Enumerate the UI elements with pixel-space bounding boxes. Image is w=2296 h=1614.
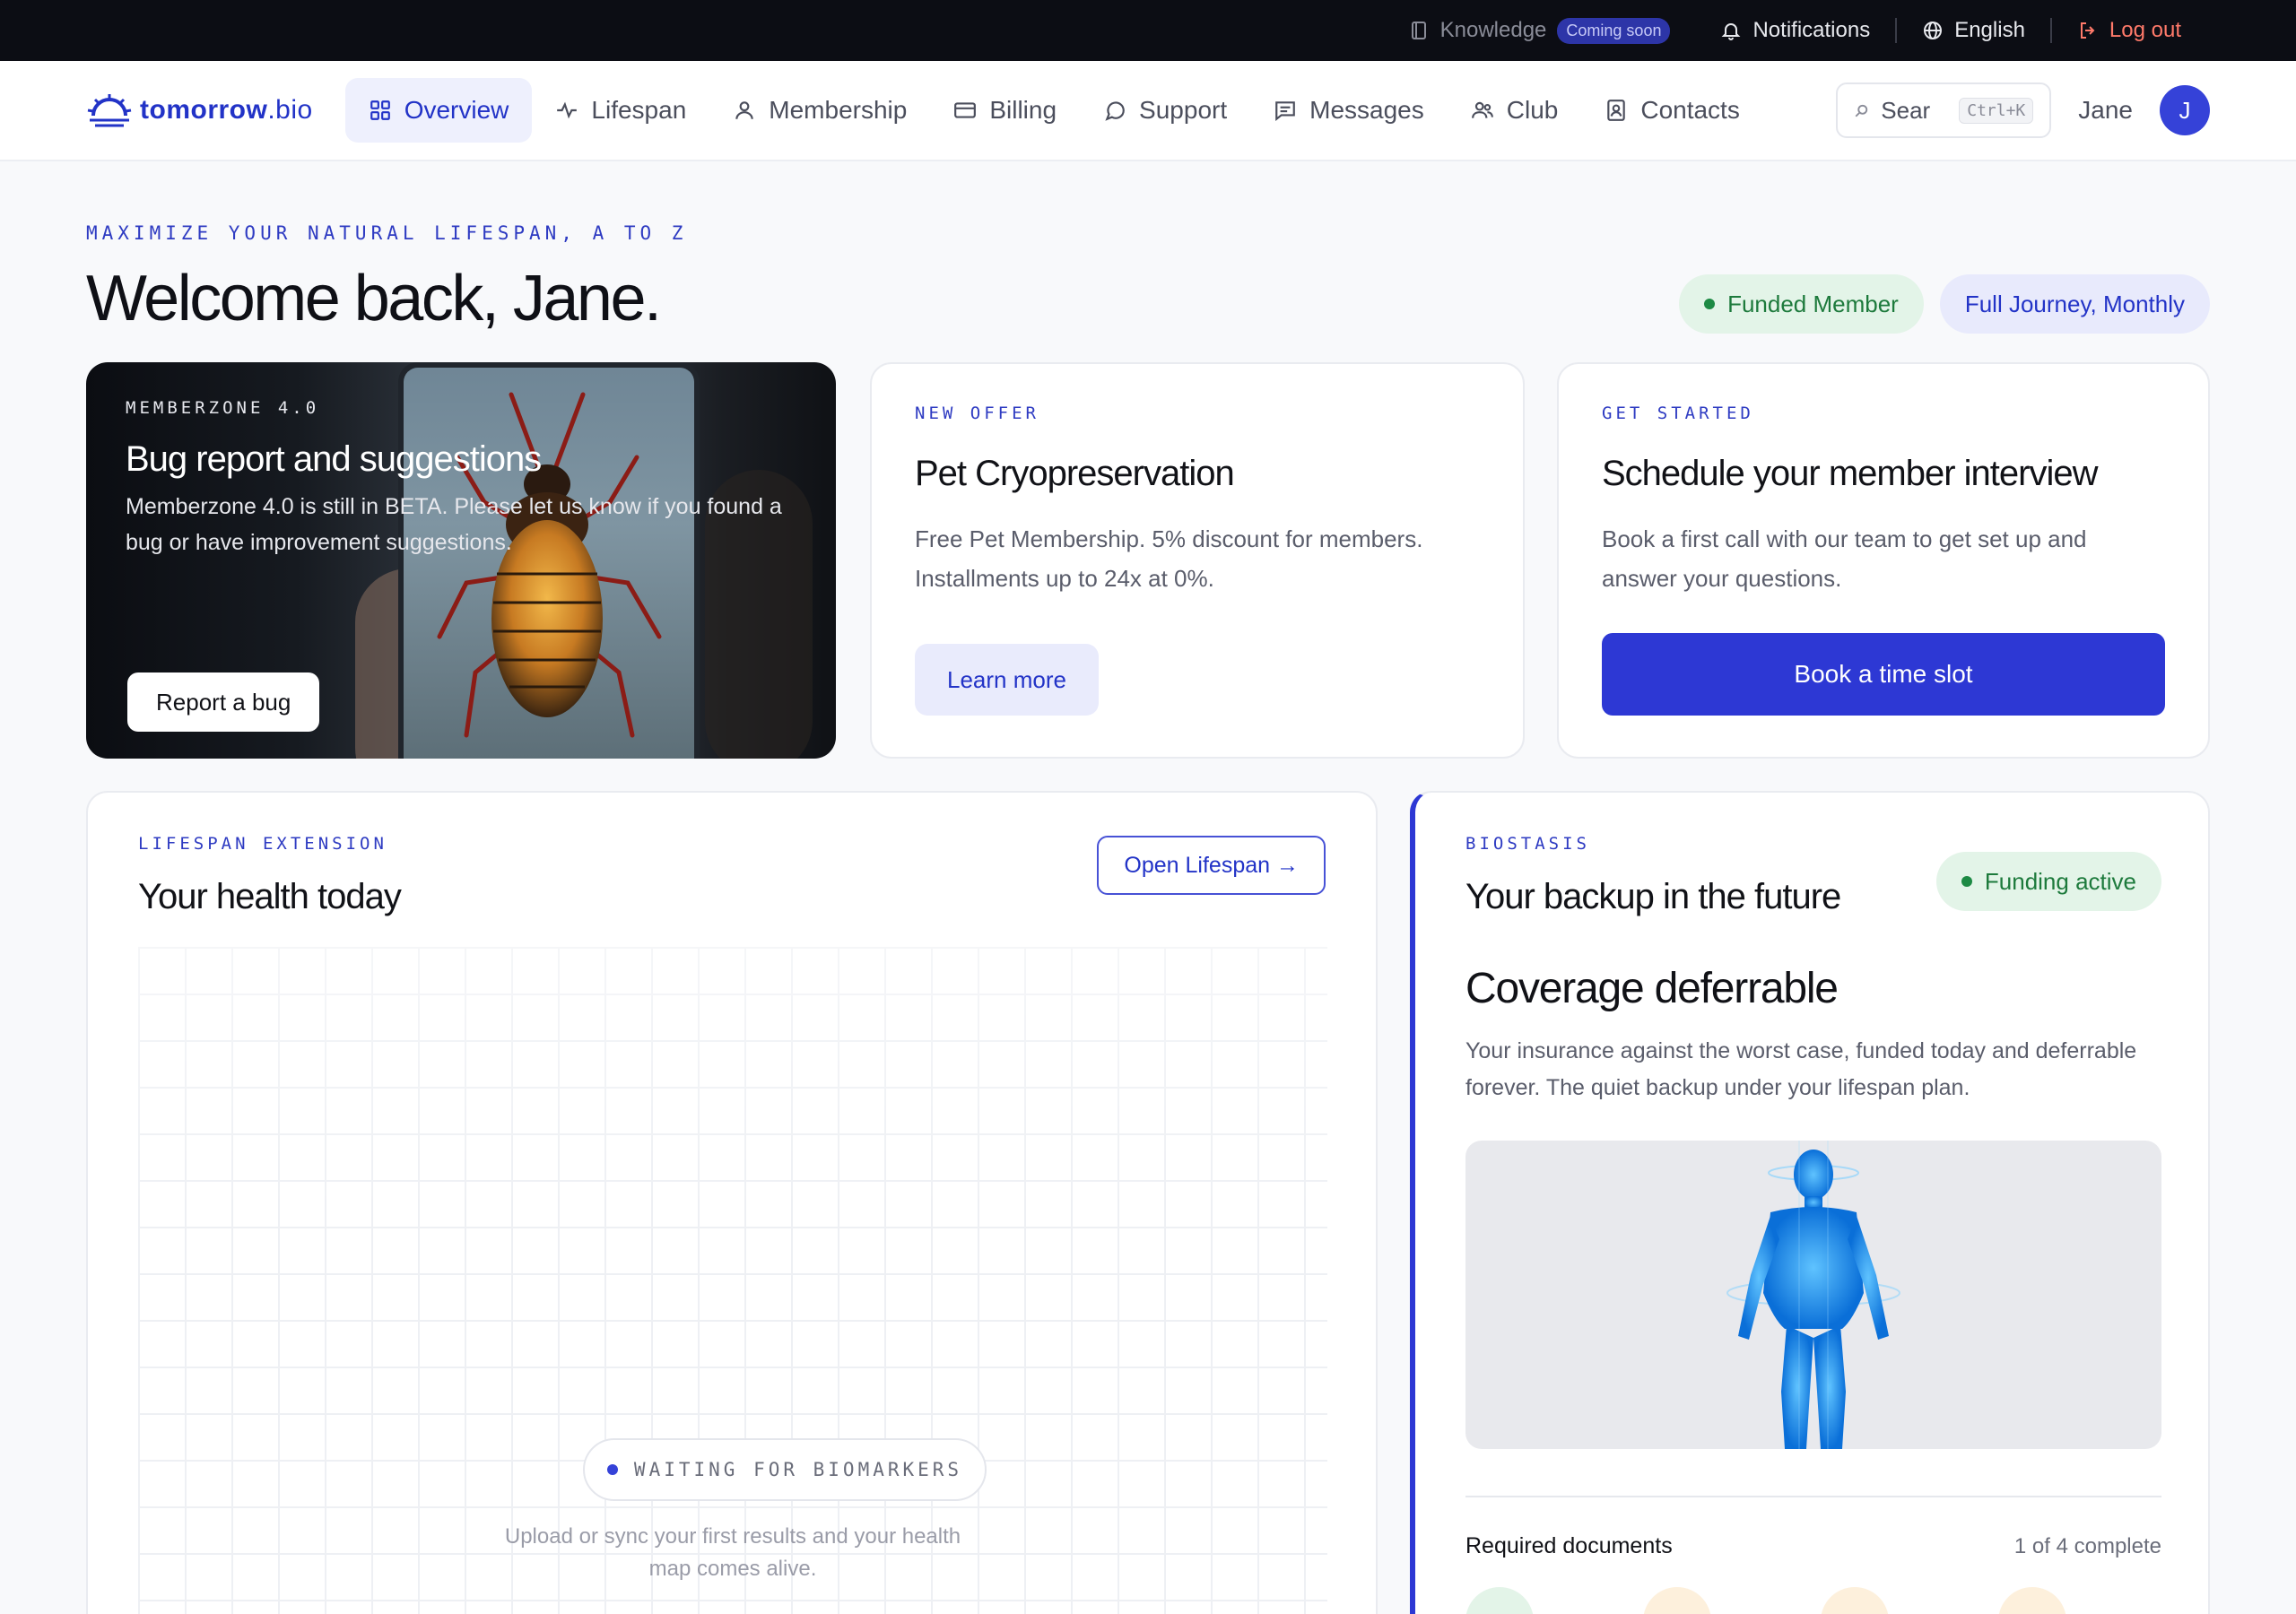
book-icon (1411, 22, 1426, 39)
chat-bubble-icon (1105, 101, 1125, 121)
biostasis-card: BIOSTASIS Your backup in the future Fund… (1410, 791, 2210, 1614)
document-pending-icon[interactable] (1998, 1587, 2066, 1614)
plan-badge: Full Journey, Monthly (1939, 274, 2210, 334)
notifications-label: Notifications (1752, 18, 1871, 42)
bug-card-body: Memberzone 4.0 is still in BETA. Please … (126, 494, 782, 555)
notifications-link[interactable]: Notifications (1695, 18, 1895, 43)
logo-text: tomorrow.bio (140, 95, 313, 125)
book-time-slot-button[interactable]: Book a time slot (1602, 633, 2165, 716)
bio-kicker: BIOSTASIS (1465, 834, 1590, 854)
body-scan-image (1465, 1141, 2161, 1449)
funding-status-label: Funding active (1984, 867, 2136, 895)
health-card: LIFESPAN EXTENSION Your health today Ope… (86, 791, 1378, 1614)
coverage-body: Your insurance against the worst case, f… (1465, 1038, 2137, 1100)
avatar[interactable]: J (2160, 85, 2210, 135)
hero-kicker: MAXIMIZE YOUR NATURAL LIFESPAN, A TO Z (86, 222, 688, 244)
start-title: Schedule your member interview (1602, 454, 2098, 493)
waiting-badge: WAITING FOR BIOMARKERS (583, 1438, 987, 1501)
docs-count: 1 of 4 complete (2013, 1533, 2161, 1558)
main-nav: tomorrow.bio Overview Lifespan Membershi… (0, 61, 2296, 161)
bug-card-title: Bug report and suggestions (126, 439, 542, 479)
nav-right: Sear Ctrl+K Jane J (1836, 82, 2210, 138)
nav-label: Overview (404, 96, 509, 124)
nav-label: Support (1139, 96, 1228, 124)
search-icon (1855, 104, 1868, 117)
status-dot (1961, 876, 1972, 887)
grid-icon (370, 100, 390, 120)
nav-contacts[interactable]: Contacts (1581, 78, 1763, 143)
health-map-grid: WAITING FOR BIOMARKERS Upload or sync yo… (138, 947, 1327, 1614)
search-placeholder: Sear (1881, 96, 1931, 124)
member-status-badge: Funded Member (1679, 274, 1924, 334)
nav-billing[interactable]: Billing (930, 78, 1080, 143)
offer-kicker: NEW OFFER (915, 404, 1039, 423)
report-bug-button[interactable]: Report a bug (127, 672, 320, 732)
globe-icon (1924, 22, 1943, 39)
offer-card: NEW OFFER Pet Cryopreservation Free Pet … (870, 362, 1525, 759)
bell-icon (1722, 23, 1741, 40)
start-body: Book a first call with our team to get s… (1602, 525, 2087, 592)
nav-label: Club (1506, 96, 1559, 124)
logout-label: Log out (2109, 18, 2181, 42)
language-selector[interactable]: English (1897, 18, 2050, 43)
coverage-heading: Coverage deferrable (1465, 965, 1839, 1012)
knowledge-label: Knowledge (1439, 18, 1547, 42)
plan-label: Full Journey, Monthly (1964, 290, 2185, 317)
waiting-dot (606, 1464, 618, 1475)
top-bar: Knowledge Coming soon Notifications Engl… (0, 0, 2296, 61)
offer-title: Pet Cryopreservation (915, 454, 1235, 493)
logo[interactable]: tomorrow.bio (86, 92, 313, 128)
bug-report-card: MEMBERZONE 4.0 Bug report and suggestion… (86, 362, 836, 759)
user-icon (735, 101, 754, 119)
pulse-icon (557, 101, 578, 119)
nav-label: Billing (989, 96, 1057, 124)
get-started-card: GET STARTED Schedule your member intervi… (1557, 362, 2210, 759)
user-name[interactable]: Jane (2078, 96, 2133, 125)
waiting-label: WAITING FOR BIOMARKERS (633, 1459, 963, 1480)
coming-soon-badge: Coming soon (1557, 17, 1671, 44)
offer-body: Free Pet Membership. 5% discount for mem… (915, 525, 1423, 592)
nav-label: Membership (769, 96, 908, 124)
nav-overview[interactable]: Overview (344, 78, 533, 143)
credit-card-icon (954, 102, 977, 118)
waiting-subtext: Upload or sync your first results and yo… (504, 1524, 961, 1581)
status-dot (1704, 299, 1716, 309)
nav-label: Messages (1309, 96, 1424, 124)
document-complete-icon[interactable] (1465, 1587, 1534, 1614)
funding-status-badge: Funding active (1935, 852, 2161, 911)
member-status-label: Funded Member (1727, 290, 1899, 317)
users-icon (1471, 101, 1493, 118)
nav-lifespan[interactable]: Lifespan (532, 78, 709, 143)
document-status-icons (1465, 1587, 2161, 1614)
nav-messages[interactable]: Messages (1250, 78, 1448, 143)
bug-card-content: MEMBERZONE 4.0 Bug report and suggestion… (126, 398, 800, 560)
logout-button[interactable]: Log out (2052, 18, 2206, 43)
logout-icon (2080, 22, 2095, 39)
bug-card-kicker: MEMBERZONE 4.0 (126, 398, 320, 418)
human-body-illustration (1726, 1141, 1900, 1449)
section-divider (1465, 1496, 2161, 1497)
sun-logo-icon (87, 94, 132, 127)
search-shortcut: Ctrl+K (1959, 97, 2034, 124)
required-documents-header: Required documents 1 of 4 complete (1465, 1533, 2161, 1559)
nav-membership[interactable]: Membership (709, 78, 930, 143)
page-title: Welcome back, Jane. (86, 263, 662, 334)
document-pending-icon[interactable] (1643, 1587, 1711, 1614)
document-pending-icon[interactable] (1821, 1587, 1889, 1614)
knowledge-link[interactable]: Knowledge Coming soon (1383, 17, 1696, 44)
language-label: English (1954, 18, 2025, 42)
nav-support[interactable]: Support (1080, 78, 1250, 143)
status-pills: Funded Member Full Journey, Monthly (1679, 274, 2210, 334)
docs-title: Required documents (1465, 1533, 1673, 1558)
learn-more-button[interactable]: Learn more (915, 644, 1099, 716)
nav-label: Contacts (1640, 96, 1740, 124)
nav-club[interactable]: Club (1448, 78, 1582, 143)
contact-card-icon (1607, 100, 1626, 121)
nav-label: Lifespan (591, 96, 687, 124)
search-input[interactable]: Sear Ctrl+K (1836, 82, 2052, 138)
message-square-icon (1275, 101, 1295, 122)
start-kicker: GET STARTED (1602, 404, 1754, 423)
open-lifespan-button[interactable]: Open Lifespan → (1097, 836, 1326, 895)
